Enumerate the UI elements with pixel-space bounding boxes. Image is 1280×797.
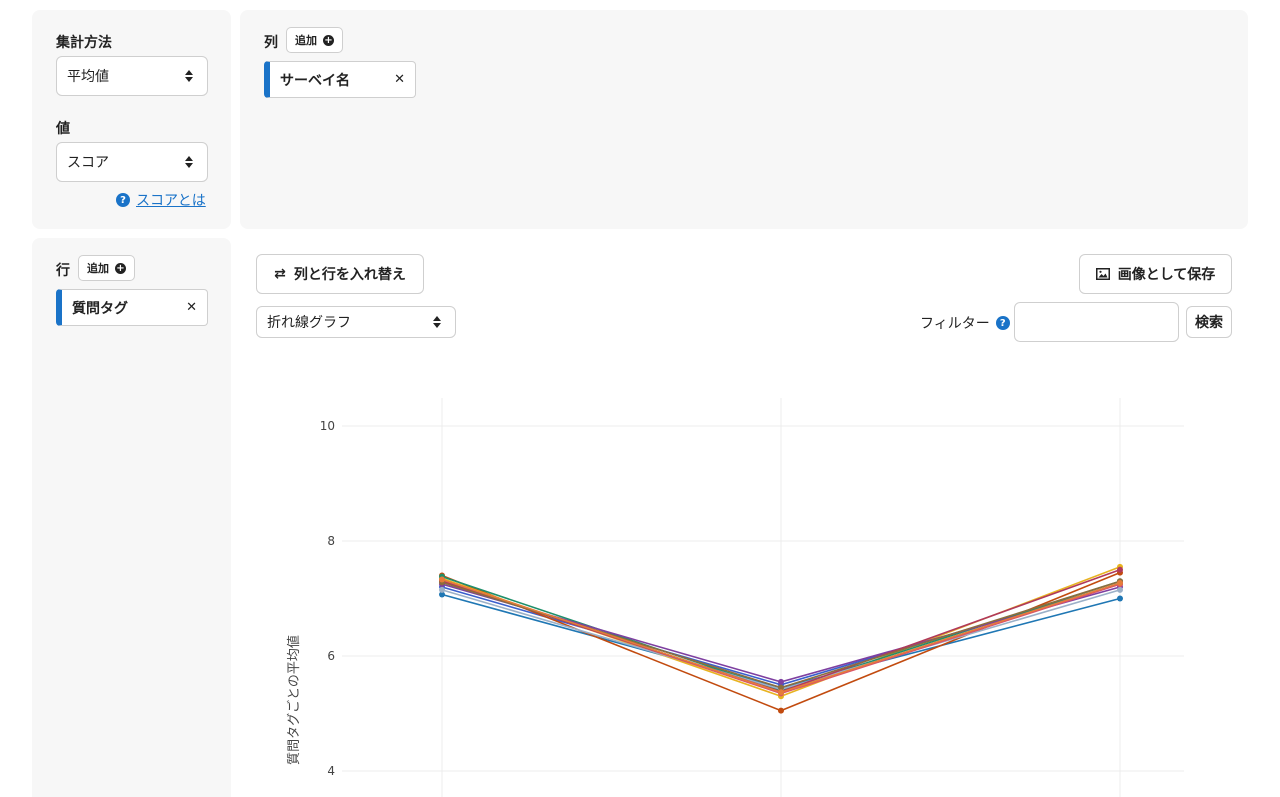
y-axis-label: 質問タグごとの平均値 [286,635,302,765]
data-point[interactable] [778,678,784,685]
y-tick-label: 6 [327,649,335,663]
y-tick-label: 8 [327,534,335,548]
data-point[interactable] [778,707,784,714]
data-point[interactable] [778,689,784,696]
y-tick-label: 10 [320,419,335,433]
data-point[interactable] [439,576,445,583]
line-chart: 4 6 8 10 質問タグごとの平均値 [286,398,1184,797]
data-point[interactable] [1117,595,1123,602]
data-point[interactable] [1117,566,1123,573]
data-point[interactable] [439,586,445,593]
data-point[interactable] [1117,579,1123,586]
y-tick-label: 4 [327,764,335,778]
data-point[interactable] [1117,586,1123,593]
